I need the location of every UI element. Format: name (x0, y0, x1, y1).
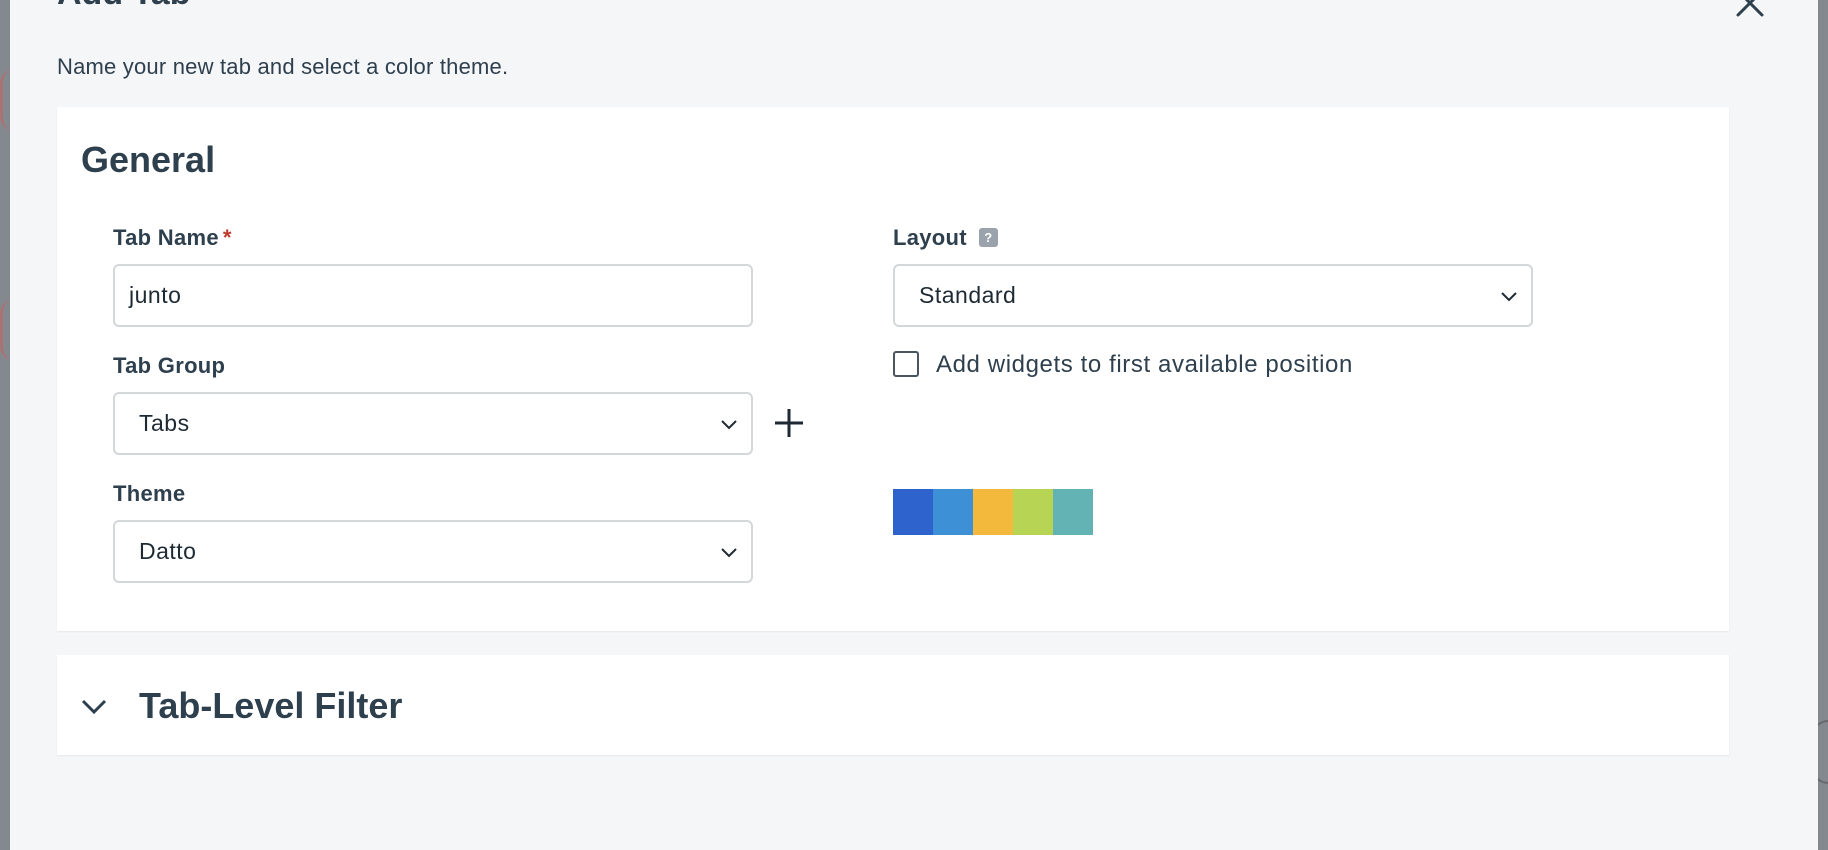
required-asterisk: * (222, 225, 232, 250)
chevron-down-icon (1501, 292, 1517, 302)
theme-color-swatch (973, 489, 1013, 535)
plus-icon (775, 409, 803, 437)
theme-select[interactable]: Datto (113, 520, 753, 583)
add-tab-group-button[interactable] (772, 406, 806, 440)
general-section: General Tab Name * junto Tab Group Tabs T… (57, 107, 1729, 631)
auto-position-label[interactable]: Add widgets to first available position (936, 351, 1353, 379)
tab-name-input[interactable]: junto (113, 264, 753, 327)
theme-color-preview (893, 489, 1093, 535)
theme-color-swatch (933, 489, 973, 535)
theme-color-swatch (1053, 489, 1093, 535)
tab-group-selected: Tabs (139, 410, 190, 436)
add-tab-modal: Add Tab Name your new tab and select a c… (10, 0, 1818, 850)
theme-label: Theme (113, 481, 186, 506)
tab-level-filter-toggle[interactable]: Tab-Level Filter (79, 681, 402, 731)
close-button[interactable] (1730, 0, 1770, 18)
tab-group-label: Tab Group (113, 353, 226, 378)
close-icon (1736, 0, 1764, 17)
tab-name-value: junto (129, 282, 182, 308)
layout-selected: Standard (919, 282, 1017, 308)
chevron-down-icon (721, 420, 737, 430)
theme-color-swatch (893, 489, 933, 535)
help-icon[interactable]: ? (978, 228, 998, 247)
section-title: General (81, 139, 216, 180)
chevron-down-icon (721, 548, 737, 558)
modal-title: Add Tab (57, 0, 190, 13)
tab-name-label-text: Tab Name (113, 225, 219, 250)
layout-label: Layout? (893, 225, 998, 251)
theme-color-swatch (1013, 489, 1053, 535)
modal-subtitle: Name your new tab and select a color the… (57, 54, 509, 79)
layout-select[interactable]: Standard (893, 264, 1533, 327)
tab-level-filter-title: Tab-Level Filter (139, 685, 403, 726)
auto-position-checkbox[interactable] (893, 351, 919, 377)
tab-group-select[interactable]: Tabs (113, 392, 753, 455)
tab-level-filter-section: Tab-Level Filter (57, 655, 1729, 755)
layout-label-text: Layout (893, 225, 967, 250)
tab-name-label: Tab Name * (113, 225, 232, 251)
chevron-down-icon (81, 699, 107, 715)
theme-selected: Datto (139, 538, 197, 564)
